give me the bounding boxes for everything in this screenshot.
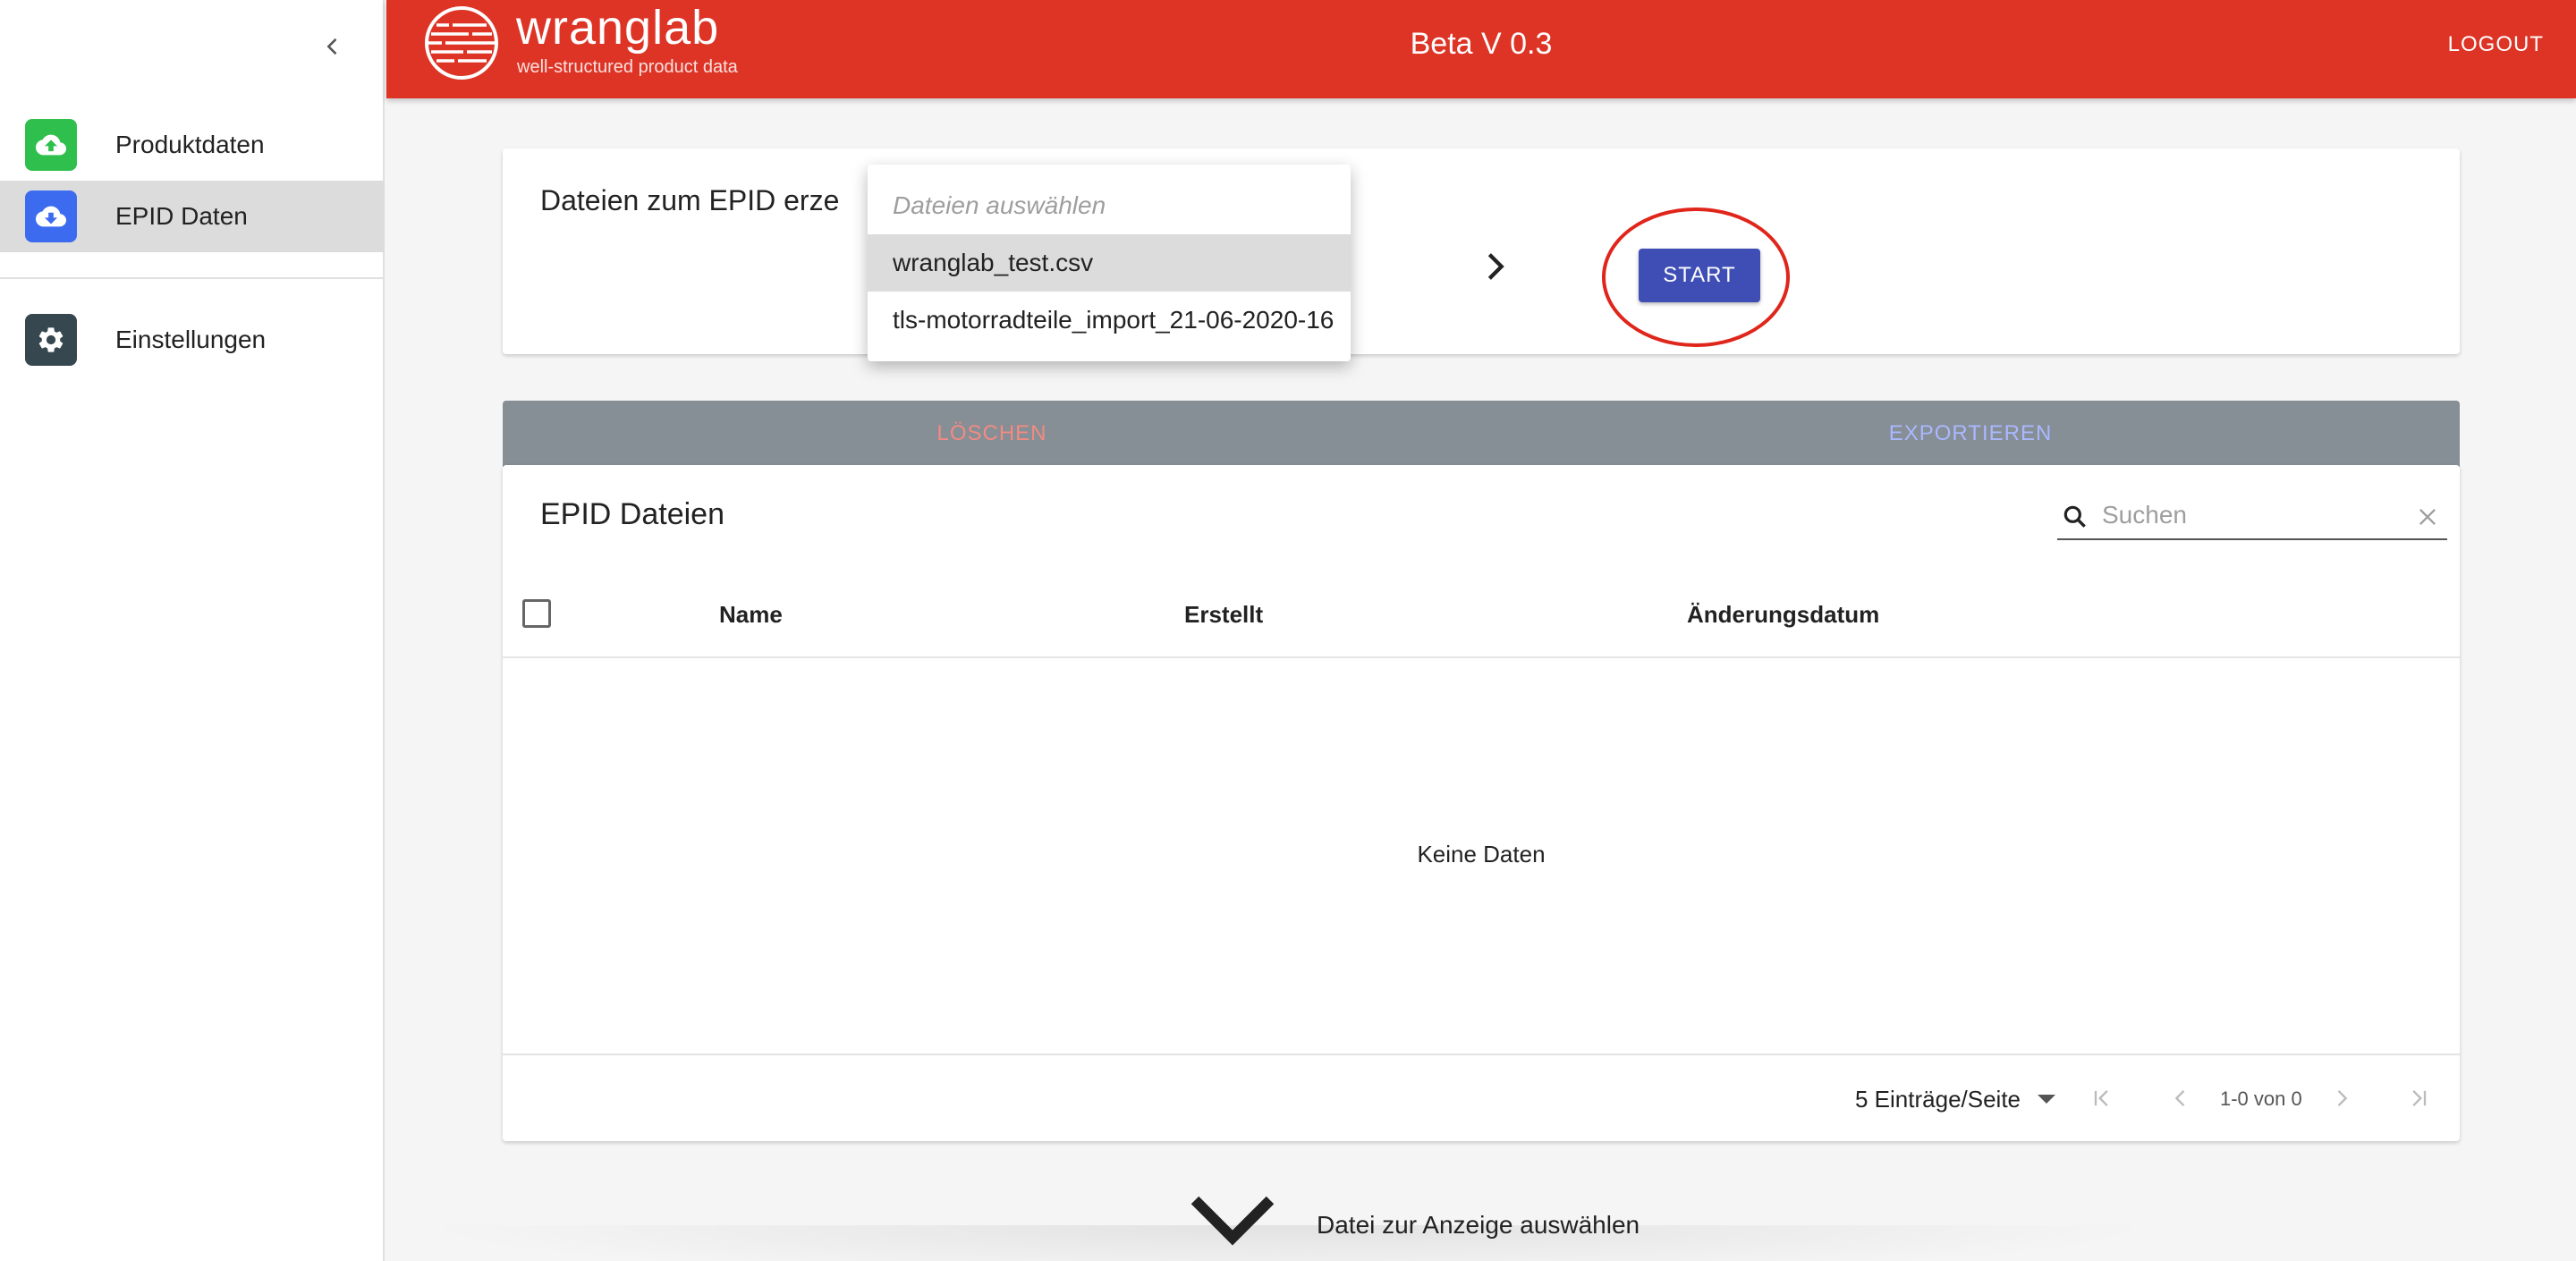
chevron-left-icon xyxy=(2174,1090,2185,1106)
cloud-download-icon xyxy=(25,190,77,242)
table-header: Name Erstellt Änderungsdatum xyxy=(503,572,2460,658)
caret-down-icon[interactable] xyxy=(2038,1095,2055,1104)
sidebar-item-label: Produktdaten xyxy=(115,131,265,158)
close-icon[interactable] xyxy=(2415,504,2440,529)
action-tabs: LÖSCHEN EXPORTIEREN xyxy=(503,401,2460,467)
file-select-dropdown[interactable]: Dateien auswählen wranglab_test.csv tls-… xyxy=(868,165,1351,361)
dropdown-option[interactable]: wranglab_test.csv xyxy=(868,234,1351,292)
column-header-name[interactable]: Name xyxy=(719,601,783,629)
last-page-icon xyxy=(2412,1090,2427,1106)
dropdown-placeholder: Dateien auswählen xyxy=(893,191,1106,219)
next-page-button[interactable] xyxy=(2324,1080,2360,1116)
logout-button[interactable]: LOGOUT xyxy=(2448,32,2544,57)
file-display-label: Datei zur Anzeige auswählen xyxy=(1317,1211,1640,1239)
epid-create-card: Dateien zum EPID erze START xyxy=(503,148,2460,354)
sidebar-item-einstellungen[interactable]: Einstellungen xyxy=(0,304,385,376)
column-header-erstellt[interactable]: Erstellt xyxy=(1184,601,1263,629)
empty-table-message: Keine Daten xyxy=(1417,841,1546,867)
sidebar-item-label: Einstellungen xyxy=(115,326,267,353)
collapse-sidebar-button[interactable] xyxy=(315,29,351,64)
sidebar-item-label: EPID Daten xyxy=(115,202,248,230)
table-pagination: 5 Einträge/Seite 1-0 von 0 xyxy=(503,1054,2460,1141)
gear-icon xyxy=(25,314,77,366)
table-title: EPID Dateien xyxy=(540,497,724,531)
select-all-checkbox[interactable] xyxy=(522,599,551,628)
column-header-aenderungsdatum[interactable]: Änderungsdatum xyxy=(1687,601,1879,629)
dropdown-option[interactable]: tls-motorradteile_import_21-06-2020-16 xyxy=(868,292,1351,349)
bottom-panel-shadow xyxy=(411,1225,2165,1261)
last-page-button[interactable] xyxy=(2401,1080,2436,1116)
first-page-button[interactable] xyxy=(2084,1080,2120,1116)
sidebar-item-produktdaten[interactable]: Produktdaten xyxy=(0,109,385,181)
cloud-upload-icon xyxy=(25,119,77,171)
chevron-down-icon[interactable] xyxy=(1190,1191,1275,1252)
pagination-range: 1-0 von 0 xyxy=(2220,1088,2302,1110)
app-header: wranglab well-structured product data Be… xyxy=(386,0,2576,98)
previous-page-button[interactable] xyxy=(2163,1080,2199,1116)
start-button[interactable]: START xyxy=(1639,249,1760,302)
sidebar-item-epid-daten[interactable]: EPID Daten xyxy=(0,181,385,252)
tab-exportieren[interactable]: EXPORTIEREN xyxy=(1481,401,2460,467)
search-input[interactable] xyxy=(2102,495,2388,535)
rows-per-page-select[interactable]: 5 Einträge/Seite xyxy=(1855,1086,2021,1113)
search-box xyxy=(2057,492,2447,540)
sidebar-divider xyxy=(0,277,385,279)
chevron-left-icon xyxy=(326,38,337,55)
first-page-icon xyxy=(2094,1090,2108,1106)
epid-files-table-card: EPID Dateien Name Erstellt Änderungsdatu… xyxy=(503,465,2460,1141)
search-icon xyxy=(2063,505,2086,528)
version-label: Beta V 0.3 xyxy=(1410,27,1553,61)
tab-loeschen[interactable]: LÖSCHEN xyxy=(503,401,1481,467)
sidebar: Produktdaten EPID Daten Einstellungen xyxy=(0,0,385,1261)
chevron-right-icon xyxy=(1487,253,1504,280)
chevron-right-icon xyxy=(2337,1090,2348,1106)
card-title: Dateien zum EPID erze xyxy=(540,184,840,216)
